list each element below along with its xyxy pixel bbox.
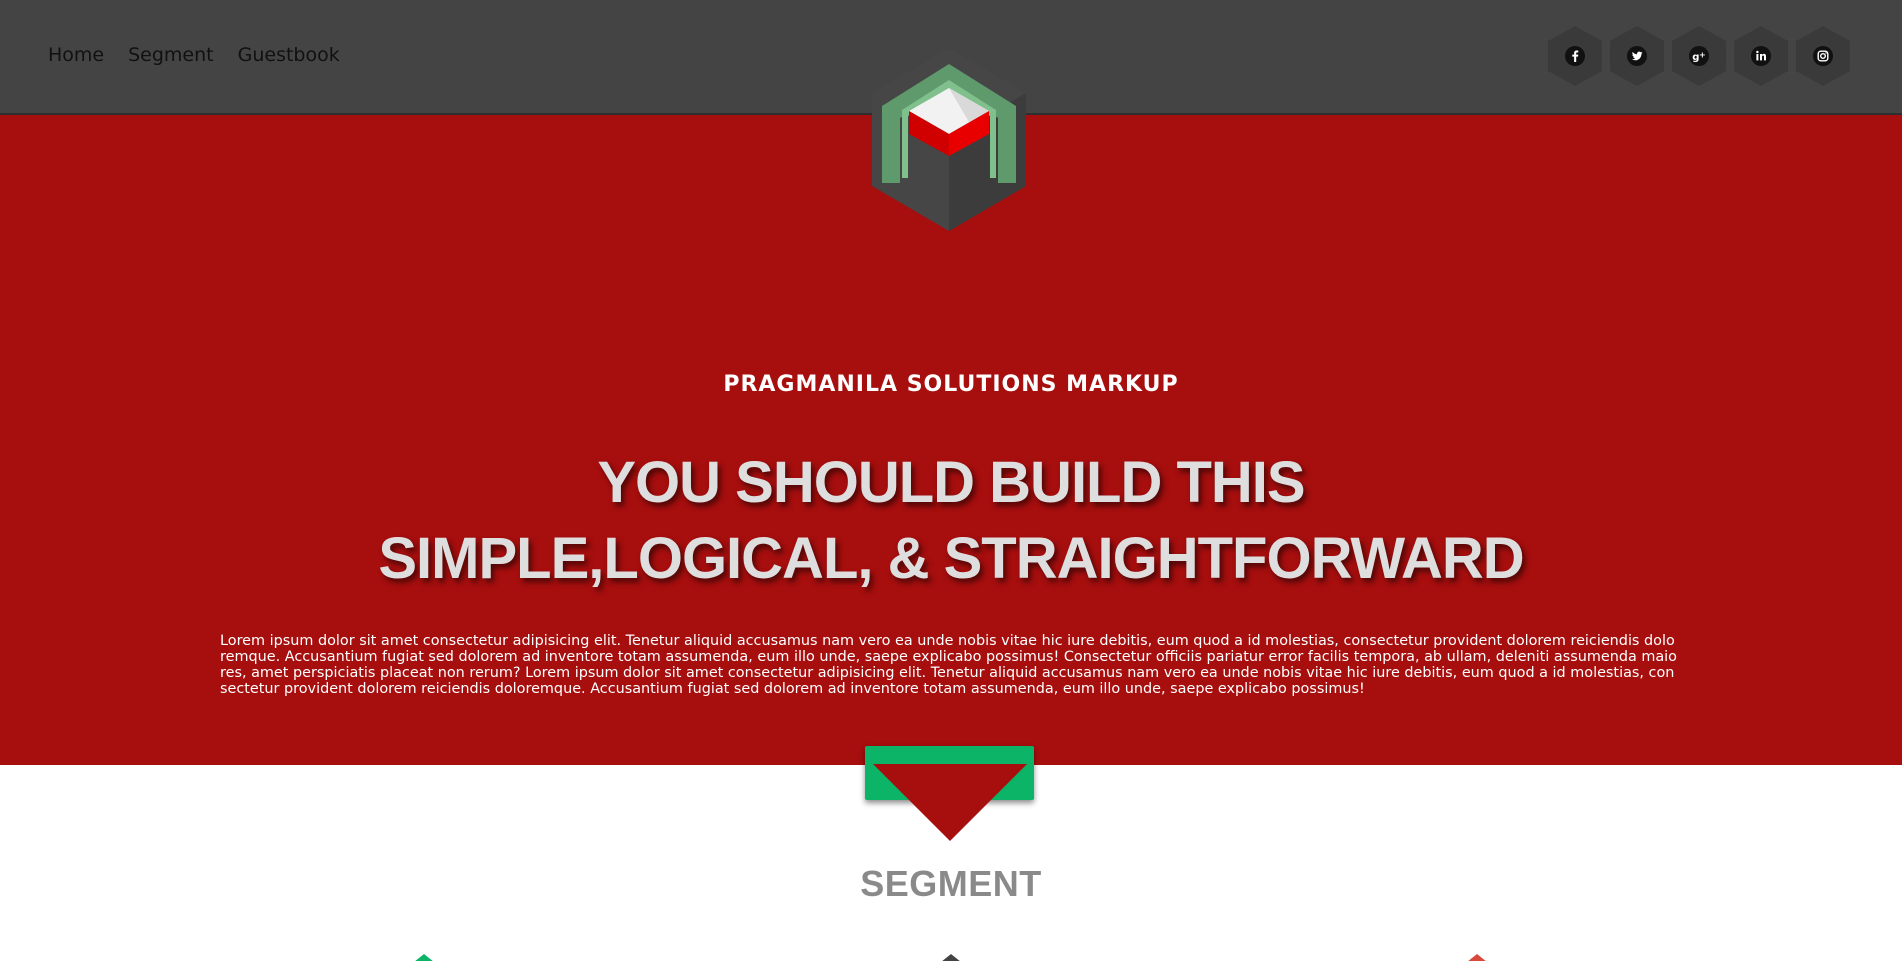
facebook-button[interactable]	[1546, 25, 1604, 87]
social-links: g +	[1546, 25, 1852, 87]
headline-line-1: YOU SHOULD BUILD THIS	[597, 450, 1305, 515]
segment-item-peek	[941, 954, 961, 961]
google-plus-icon: g +	[1689, 46, 1709, 66]
segment-title: SEGMENT	[860, 863, 1042, 904]
segment-item-peek	[1467, 954, 1487, 961]
instagram-button[interactable]	[1794, 25, 1852, 87]
svg-text:+: +	[1699, 51, 1706, 60]
nav-item-home[interactable]: Home	[48, 44, 104, 66]
headline-line-2: SIMPLE,LOGICAL, & STRAIGHTFORWARD	[378, 526, 1524, 591]
linkedin-button[interactable]	[1732, 25, 1790, 87]
instagram-icon	[1813, 46, 1833, 66]
hero-description: Lorem ipsum dolor sit amet consectetur a…	[220, 633, 1677, 697]
brand-name: PRAGMANILA SOLUTIONS MARKUP	[723, 372, 1179, 397]
main-nav: Home Segment Guestbook	[48, 44, 340, 66]
hero-headline: YOU SHOULD BUILD THIS SIMPLE,LOGICAL, & …	[0, 445, 1902, 597]
brand-logo-icon	[872, 48, 1026, 231]
facebook-icon	[1565, 46, 1585, 66]
segment-item-peek	[414, 954, 434, 961]
nav-item-guestbook[interactable]: Guestbook	[238, 44, 340, 66]
google-plus-button[interactable]: g +	[1670, 25, 1728, 87]
nav-item-segment[interactable]: Segment	[128, 44, 214, 66]
twitter-button[interactable]	[1608, 25, 1666, 87]
section-arrow	[873, 764, 1027, 841]
linkedin-icon	[1751, 46, 1771, 66]
twitter-icon	[1627, 46, 1647, 66]
